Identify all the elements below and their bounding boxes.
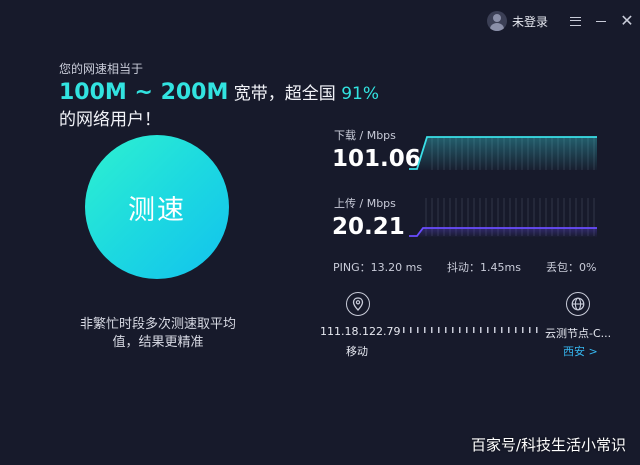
watermark: 百家号/科技生活小常识 [470, 436, 626, 454]
globe-icon [566, 292, 590, 316]
avatar-icon[interactable] [486, 11, 507, 31]
upload-label: 上传 / Mbps [334, 197, 396, 210]
close-icon: ✕ [620, 11, 634, 30]
download-label: 下载 / Mbps [334, 129, 396, 142]
upload-value: 20.21 [332, 214, 405, 240]
login-link[interactable]: 未登录 [512, 13, 548, 30]
location-pin-icon [346, 292, 370, 316]
minimize-icon [596, 20, 606, 22]
client-isp: 移动 [346, 345, 368, 358]
minimize-button[interactable] [588, 10, 614, 32]
server-name: 云测节点-C... [545, 327, 612, 340]
server-city-link[interactable]: 西安 > [563, 343, 598, 359]
close-button[interactable]: ✕ [614, 10, 640, 32]
result-headline: 100M ~ 200M 宽带，超全国 91% 的网络用户！ [59, 80, 399, 133]
connection-dots [403, 327, 541, 333]
menu-icon [569, 16, 581, 26]
loss-stat: 丢包：0% [546, 261, 597, 274]
percent-value: 91% [341, 84, 379, 104]
upload-graph [409, 198, 599, 237]
title-bar: 未登录 ✕ [486, 10, 640, 32]
client-ip: 111.18.122.79 [320, 325, 401, 338]
broadband-text: 宽带，超全国 [228, 84, 342, 104]
tip-text: 非繁忙时段多次测速取平均值，结果更精准 [79, 317, 236, 350]
bandwidth-range: 100M ~ 200M [59, 80, 229, 105]
speed-test-button[interactable]: 测速 [85, 135, 229, 279]
download-graph [409, 136, 599, 170]
jitter-stat: 抖动：1.45ms [447, 261, 521, 274]
menu-button[interactable] [562, 10, 588, 32]
headline-tail: 的网络用户！ [59, 110, 161, 130]
ping-stat: PING：13.20 ms [333, 261, 423, 274]
equivalent-label: 您的网速相当于 [59, 62, 144, 76]
